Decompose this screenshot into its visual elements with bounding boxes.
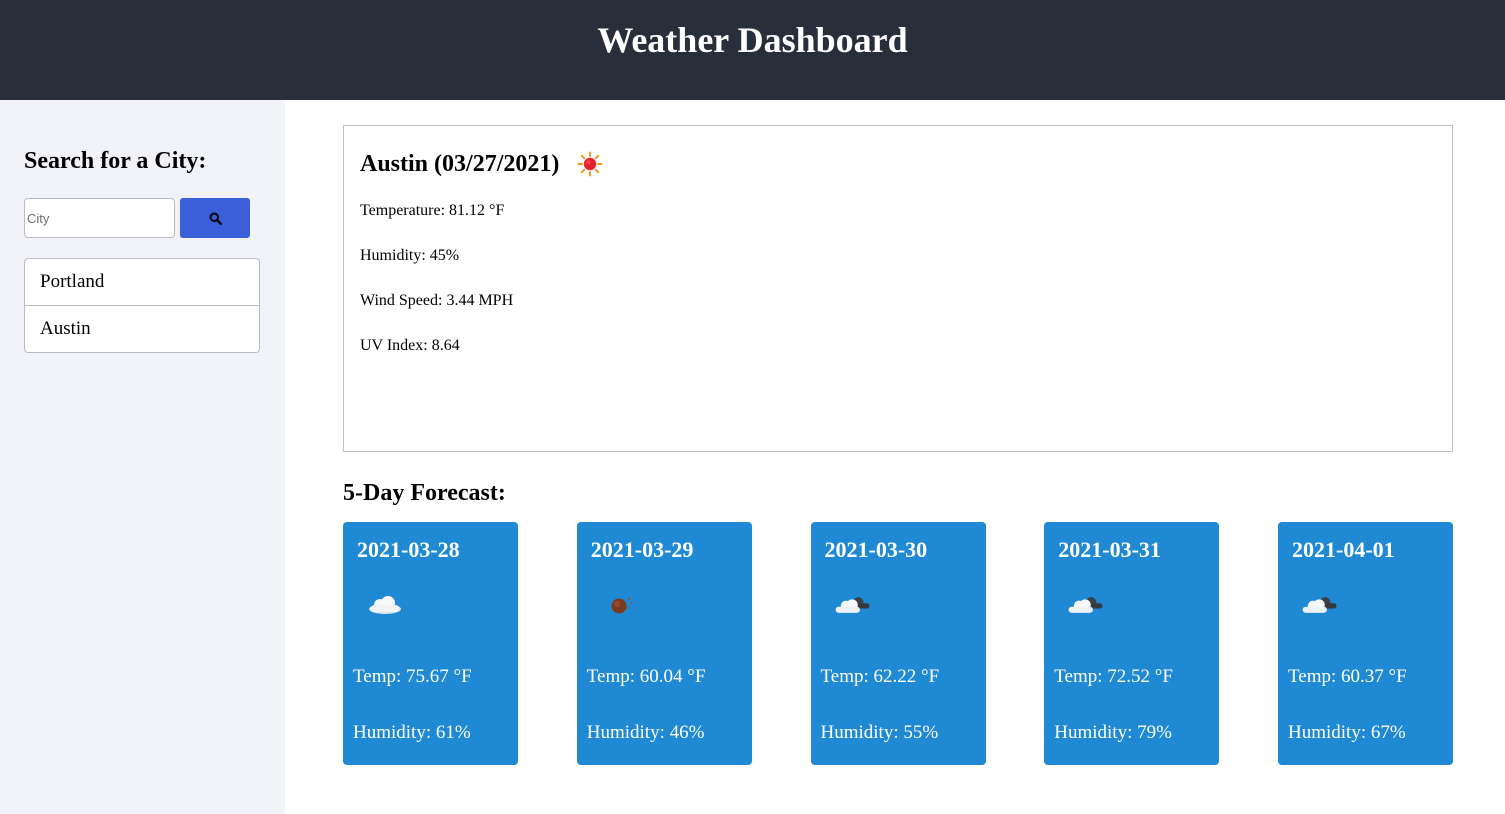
broken-clouds-icon [1302,597,1337,613]
city-search-input[interactable] [24,198,175,238]
forecast-cards: 2021-03-28 Temp: 75.67 °F Humidity: 61% … [343,522,1453,765]
forecast-temp: Temp: 60.37 °F [1288,666,1407,687]
current-uv-index: UV Index: 8.64 [360,337,460,354]
forecast-card: 2021-04-01 Temp: 60.37 °F Humidity: 67% [1278,522,1453,765]
forecast-date: 2021-04-01 [1292,537,1395,562]
forecast-card: 2021-03-30 Temp: 62.22 °F Humidity: 55% [810,522,986,765]
layout: Search for a City: Portland Austin Austi… [0,100,1505,814]
sun-icon [577,151,603,177]
current-weather-header: Austin (03/27/2021) [360,149,1436,179]
broken-clouds-icon [835,597,870,613]
current-wind-speed: Wind Speed: 3.44 MPH [360,292,514,309]
forecast-card: 2021-03-28 Temp: 75.67 °F Humidity: 61% [343,522,518,765]
cloud-icon [369,596,401,614]
current-city-date: Austin (03/27/2021) [360,151,560,177]
search-icon [208,211,222,225]
broken-clouds-icon [1068,597,1103,613]
current-temperature: Temperature: 81.12 °F [360,202,505,219]
forecast-date: 2021-03-30 [824,537,928,562]
forecast-card: 2021-03-31 Temp: 72.52 °F Humidity: 79% [1044,522,1220,765]
forecast-date: 2021-03-31 [1058,537,1161,562]
forecast-temp: Temp: 62.22 °F [820,666,940,687]
forecast-date: 2021-03-28 [357,537,460,562]
page-header: Weather Dashboard [0,0,1505,100]
current-weather-card: Austin (03/27/2021) Temperature: 81.12 °… [343,125,1453,452]
sidebar: Search for a City: Portland Austin [0,100,285,814]
page-title: Weather Dashboard [597,20,908,60]
night-sky-icon [611,597,632,614]
current-humidity: Humidity: 45% [360,247,460,264]
forecast-date: 2021-03-29 [590,537,694,562]
forecast-temp: Temp: 72.52 °F [1054,666,1173,687]
history-item-portland[interactable]: Portland [24,258,260,306]
forecast-humidity: Humidity: 61% [353,722,471,743]
forecast-heading: 5-Day Forecast: [343,480,506,506]
forecast-temp: Temp: 75.67 °F [353,666,472,687]
forecast-humidity: Humidity: 67% [1288,722,1406,743]
forecast-humidity: Humidity: 79% [1054,722,1172,743]
forecast-temp: Temp: 60.04 °F [586,666,706,687]
forecast-humidity: Humidity: 46% [586,722,705,743]
search-history: Portland Austin [24,258,260,353]
main-content: Austin (03/27/2021) Temperature: 81.12 °… [285,100,1505,814]
search-form [24,198,260,238]
search-button[interactable] [180,198,250,238]
search-heading: Search for a City: [24,148,207,174]
forecast-card: 2021-03-29 Temp: 60.04 °F Humidity: 46% [576,522,752,765]
forecast-humidity: Humidity: 55% [820,722,939,743]
history-item-austin[interactable]: Austin [24,305,260,353]
